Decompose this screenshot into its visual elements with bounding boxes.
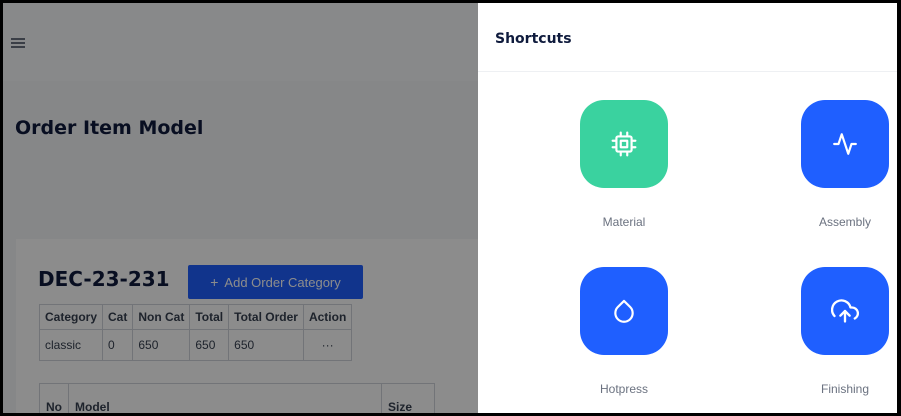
activity-icon — [833, 133, 857, 155]
shortcut-material-label: Material — [602, 215, 646, 229]
upload-cloud-icon — [831, 299, 859, 323]
droplet-icon — [614, 299, 634, 323]
shortcut-finishing-tile[interactable] — [801, 267, 889, 355]
shortcuts-header: Shortcuts — [478, 3, 897, 72]
shortcuts-panel: Shortcuts Material Assembly Hotpress Fin… — [478, 3, 897, 413]
shortcut-finishing[interactable]: Finishing — [785, 267, 897, 396]
app-frame: Order Item Model DEC-23-231 + Add Order … — [3, 3, 897, 413]
shortcut-assembly[interactable]: Assembly — [785, 100, 897, 229]
modal-backdrop[interactable] — [3, 3, 478, 413]
shortcut-material-tile[interactable] — [580, 100, 668, 188]
background-page: Order Item Model DEC-23-231 + Add Order … — [3, 3, 478, 413]
shortcut-hotpress-tile[interactable] — [580, 267, 668, 355]
shortcut-material[interactable]: Material — [564, 100, 684, 229]
shortcut-hotpress[interactable]: Hotpress — [564, 267, 684, 396]
shortcut-assembly-tile[interactable] — [801, 100, 889, 188]
shortcut-assembly-label: Assembly — [818, 215, 871, 229]
shortcut-hotpress-label: Hotpress — [599, 382, 649, 396]
chip-icon — [611, 131, 637, 157]
shortcut-finishing-label: Finishing — [820, 382, 870, 396]
shortcuts-title: Shortcuts — [495, 31, 572, 47]
